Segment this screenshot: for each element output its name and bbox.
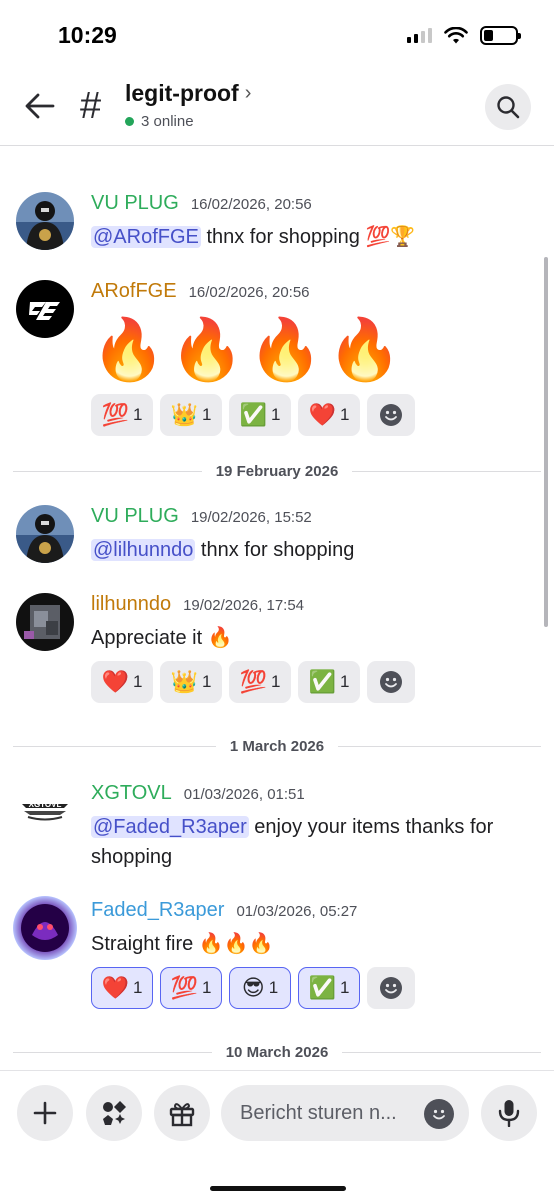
back-button[interactable] <box>20 86 60 126</box>
user-mention[interactable]: @ARofFGE <box>91 226 201 248</box>
add-reaction-icon <box>380 671 402 693</box>
gift-icon <box>169 1103 195 1127</box>
reaction-chip[interactable]: 👑 1 <box>160 661 222 703</box>
microphone-icon <box>498 1100 520 1127</box>
reaction-chip[interactable]: 💯 1 <box>160 967 222 1009</box>
author-name[interactable]: Faded_R3aper <box>91 899 224 922</box>
status-time: 10:29 <box>58 22 117 48</box>
voice-message-button[interactable] <box>481 1085 537 1141</box>
apps-button[interactable] <box>86 1085 142 1141</box>
reaction-chip[interactable]: 👑 1 <box>160 394 222 436</box>
channel-header: # legit-proof › 3 online <box>0 64 554 146</box>
attach-button[interactable] <box>17 1085 73 1141</box>
message-composer <box>0 1070 554 1200</box>
online-status: 3 online <box>125 113 194 130</box>
home-indicator <box>210 1186 346 1191</box>
author-name[interactable]: VU PLUG <box>91 505 179 528</box>
add-reaction-button[interactable] <box>367 394 415 436</box>
message-text: Straight fire 🔥🔥🔥 <box>91 933 274 955</box>
add-reaction-icon <box>380 404 402 426</box>
chevron-right-icon: › <box>244 82 252 104</box>
emoji-button[interactable] <box>424 1099 454 1129</box>
online-count: 3 online <box>141 113 194 130</box>
reaction-chip[interactable]: 💯 1 <box>229 661 291 703</box>
gift-button[interactable] <box>154 1085 210 1141</box>
hash-icon: # <box>80 85 102 127</box>
user-mention[interactable]: @lilhunndo <box>91 539 196 561</box>
online-dot-icon <box>125 117 134 126</box>
message-text: Appreciate it 🔥 <box>91 627 233 649</box>
svg-text:XGTOVL: XGTOVL <box>29 800 62 809</box>
channel-name: legit-proof <box>125 80 239 106</box>
back-arrow-icon <box>25 93 55 119</box>
reaction-chip[interactable]: ✅ 1 <box>229 394 291 436</box>
reaction-chip[interactable]: ❤️ 1 <box>91 661 153 703</box>
author-name[interactable]: XGTOVL <box>91 782 172 805</box>
message-timestamp: 19/02/2026, 15:52 <box>190 509 312 526</box>
date-divider: 1 March 2026 <box>13 736 542 756</box>
battery-icon <box>480 26 521 45</box>
status-bar: 10:29 <box>0 0 554 64</box>
message-timestamp: 19/02/2026, 17:54 <box>183 597 305 614</box>
add-reaction-button[interactable] <box>367 661 415 703</box>
reaction-chip[interactable]: ❤️ 1 <box>91 967 153 1009</box>
cellular-signal-icon <box>407 28 432 43</box>
author-name[interactable]: lilhunndo <box>91 593 171 616</box>
scrollbar[interactable] <box>544 257 548 627</box>
avatar[interactable] <box>12 895 78 961</box>
apps-icon <box>103 1101 126 1125</box>
avatar[interactable] <box>16 280 74 338</box>
xgtovl-logo: XGTOVL <box>16 782 74 840</box>
message-text: @Faded_R3aper enjoy your items thanks fo… <box>91 816 494 868</box>
wifi-icon <box>444 26 468 43</box>
search-button[interactable] <box>485 84 531 130</box>
message-item[interactable]: lilhunndo 19/02/2026, 17:54 Appreciate i… <box>16 593 538 713</box>
avatar[interactable] <box>16 192 74 250</box>
big-emoji-message: 🔥🔥🔥🔥 <box>91 316 406 383</box>
reaction-chip[interactable]: ❤️ 1 <box>298 394 360 436</box>
emoji-icon <box>433 1109 445 1120</box>
user-mention[interactable]: @Faded_R3aper <box>91 816 249 838</box>
status-icons <box>407 26 521 45</box>
reaction-bar: ❤️ 1 👑 1 💯 1 ✅ 1 <box>91 661 538 703</box>
search-icon <box>497 96 520 119</box>
reaction-bar: 💯 1 👑 1 ✅ 1 ❤️ 1 <box>91 394 538 436</box>
reaction-chip[interactable]: 😎 1 <box>229 967 291 1009</box>
message-item[interactable]: Faded_R3aper 01/03/2026, 05:27 Straight … <box>13 896 538 1019</box>
message-text: @ARofFGE thnx for shopping 💯🏆 <box>91 226 416 248</box>
add-reaction-icon <box>380 977 402 999</box>
avatar[interactable]: XGTOVL <box>16 782 74 840</box>
author-name[interactable]: ARofFGE <box>91 280 177 303</box>
reaction-chip[interactable]: 💯 1 <box>91 394 153 436</box>
author-name[interactable]: VU PLUG <box>91 192 179 215</box>
message-item[interactable]: VU PLUG 16/02/2026, 20:56 @ARofFGE thnx … <box>16 192 538 252</box>
message-timestamp: 16/02/2026, 20:56 <box>188 284 310 301</box>
avatar[interactable] <box>16 505 74 563</box>
message-timestamp: 01/03/2026, 05:27 <box>236 903 358 920</box>
reaction-chip[interactable]: ✅ 1 <box>298 661 360 703</box>
add-reaction-button[interactable] <box>367 967 415 1009</box>
date-divider: 19 February 2026 <box>13 461 542 481</box>
message-item[interactable]: VU PLUG 19/02/2026, 15:52 @lilhunndo thn… <box>16 505 538 565</box>
message-list[interactable]: VU PLUG 16/02/2026, 20:56 @ARofFGE thnx … <box>0 147 554 1070</box>
channel-title[interactable]: legit-proof › <box>125 80 251 107</box>
message-text: @lilhunndo thnx for shopping <box>91 539 355 561</box>
date-divider: 10 March 2026 <box>13 1042 542 1062</box>
reaction-chip[interactable]: ✅ 1 <box>298 967 360 1009</box>
avatar[interactable] <box>16 593 74 651</box>
message-timestamp: 01/03/2026, 01:51 <box>183 786 305 803</box>
reaction-bar: ❤️ 1 💯 1 😎 1 ✅ 1 <box>91 967 538 1009</box>
message-item[interactable]: ARofFGE 16/02/2026, 20:56 🔥🔥🔥🔥 💯 1 👑 1 ✅ 1 … <box>16 280 538 440</box>
plus-icon <box>33 1101 57 1125</box>
message-item[interactable]: XGTOVL XGTOVL 01/03/2026, 01:51 @Faded_R… <box>16 782 538 872</box>
message-timestamp: 16/02/2026, 20:56 <box>190 196 312 213</box>
